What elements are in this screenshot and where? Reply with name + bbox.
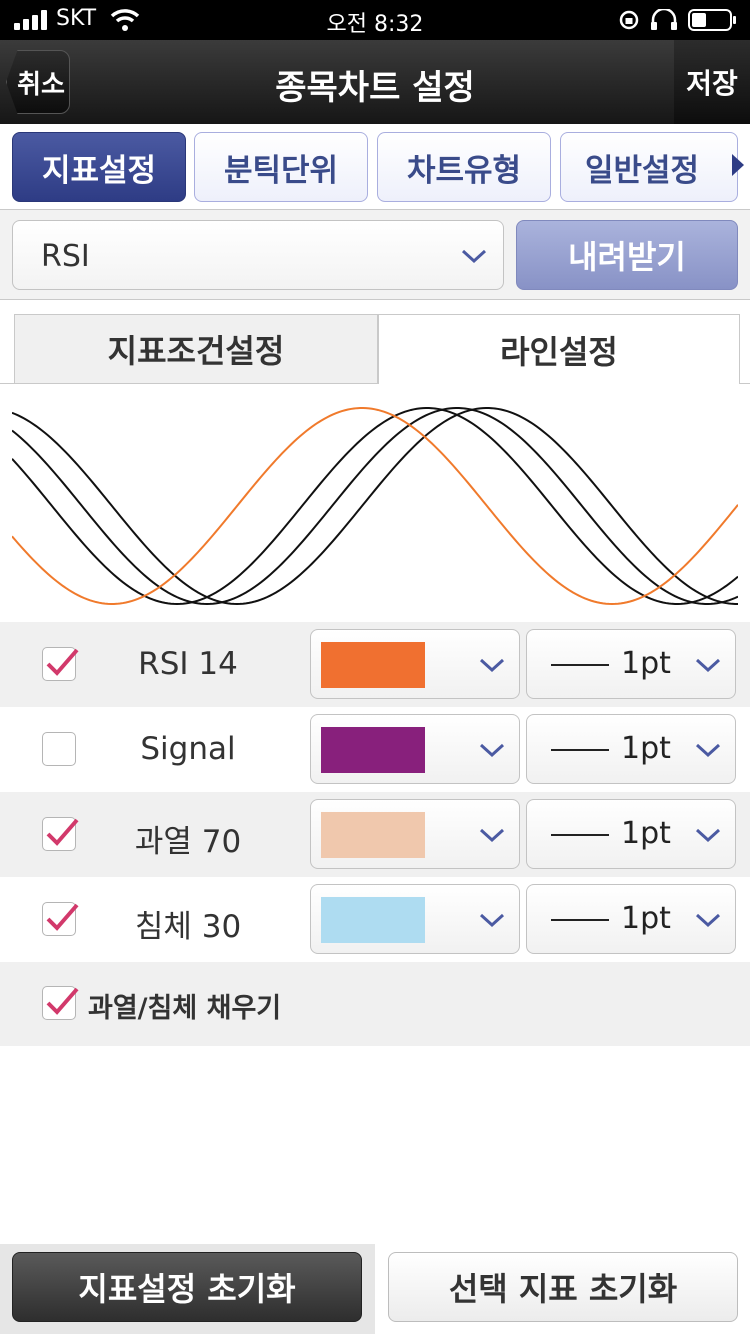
line-row-overbought: 과열 70 1pt — [0, 792, 750, 877]
rsi-width-picker[interactable]: 1pt — [526, 629, 736, 699]
rsi-color-swatch — [321, 642, 425, 688]
signal-color-picker[interactable] — [310, 714, 520, 784]
fill-checkbox[interactable] — [42, 986, 79, 1020]
oversold-checkbox[interactable] — [42, 902, 79, 936]
line-sample — [551, 834, 609, 836]
oversold-label: 침체 30 — [134, 909, 242, 945]
navigation-bar: 취소 종목차트 설정 저장 — [0, 40, 750, 124]
tab-indicator-settings[interactable]: 지표설정 — [12, 132, 186, 202]
oversold-color-swatch — [321, 897, 425, 943]
signal-color-swatch — [321, 727, 425, 773]
line-sample — [551, 749, 609, 751]
check-icon — [46, 903, 79, 931]
overbought-width-value: 1pt — [621, 816, 671, 851]
rsi-width-value: 1pt — [621, 646, 671, 681]
chevron-down-icon — [479, 658, 505, 673]
preview-wave-black-2 — [12, 407, 738, 606]
tab-interval[interactable]: 분틱단위 — [194, 132, 368, 202]
chevron-down-icon — [695, 913, 721, 928]
overbought-label: 과열 70 — [134, 824, 242, 860]
rsi-color-picker[interactable] — [310, 629, 520, 699]
rsi-label: RSI 14 — [138, 646, 238, 682]
save-button[interactable]: 저장 — [674, 40, 750, 124]
battery-icon — [688, 9, 736, 31]
preview-wave-black-3 — [12, 407, 738, 606]
reset-selected-indicator-button[interactable]: 선택 지표 초기화 — [388, 1252, 738, 1322]
chevron-down-icon — [479, 743, 505, 758]
chevron-down-icon — [695, 743, 721, 758]
headphones-icon — [651, 9, 677, 30]
top-tab-bar: 지표설정 분틱단위 차트유형 일반설정 — [0, 124, 750, 210]
status-bar: SKT 오전 8:32 — [0, 0, 750, 40]
oversold-width-picker[interactable]: 1pt — [526, 884, 736, 954]
check-icon — [46, 648, 79, 676]
check-icon — [46, 987, 79, 1015]
rsi-checkbox[interactable] — [42, 647, 79, 681]
line-row-rsi: RSI 14 1pt — [0, 622, 750, 707]
chevron-down-icon — [461, 249, 487, 264]
preview-wave-black-1 — [12, 407, 738, 606]
signal-label: Signal — [140, 731, 236, 767]
line-preview-graphic — [12, 407, 738, 606]
bottom-action-bar: 지표설정 초기화 선택 지표 초기화 — [0, 1244, 750, 1334]
fill-option-row: 과열/침체 채우기 — [0, 962, 750, 1046]
signal-checkbox[interactable] — [42, 732, 76, 766]
tab-chart-type[interactable]: 차트유형 — [377, 132, 551, 202]
divider — [740, 383, 750, 384]
divider — [0, 383, 14, 384]
rotation-lock-icon — [619, 10, 639, 30]
check-icon — [46, 818, 79, 846]
line-row-signal: Signal 1pt — [0, 707, 750, 792]
tab-general-settings[interactable]: 일반설정 — [560, 132, 738, 202]
tab-line-settings[interactable]: 라인설정 — [378, 314, 740, 384]
chevron-down-icon — [695, 828, 721, 843]
sub-tab-bar: 지표조건설정 라인설정 — [0, 300, 750, 384]
signal-width-value: 1pt — [621, 731, 671, 766]
download-button[interactable]: 내려받기 — [516, 220, 738, 290]
signal-width-picker[interactable]: 1pt — [526, 714, 736, 784]
chevron-down-icon — [479, 828, 505, 843]
overbought-color-swatch — [321, 812, 425, 858]
overbought-checkbox[interactable] — [42, 817, 79, 851]
scroll-right-arrow-icon[interactable] — [732, 154, 744, 176]
tab-indicator-conditions[interactable]: 지표조건설정 — [14, 314, 378, 384]
line-sample — [551, 664, 609, 666]
oversold-color-picker[interactable] — [310, 884, 520, 954]
indicator-select-row: RSI 내려받기 — [0, 210, 750, 300]
line-sample — [551, 919, 609, 921]
oversold-width-value: 1pt — [621, 901, 671, 936]
page-title: 종목차트 설정 — [275, 68, 475, 108]
indicator-selected-value: RSI — [41, 239, 90, 274]
indicator-dropdown[interactable]: RSI — [12, 220, 504, 290]
preview-wave-orange — [12, 407, 738, 606]
overbought-width-picker[interactable]: 1pt — [526, 799, 736, 869]
line-row-oversold: 침체 30 1pt — [0, 877, 750, 962]
fill-label: 과열/침체 채우기 — [88, 993, 282, 1024]
chevron-down-icon — [695, 658, 721, 673]
reset-indicator-settings-button[interactable]: 지표설정 초기화 — [12, 1252, 362, 1322]
chevron-down-icon — [479, 913, 505, 928]
overbought-color-picker[interactable] — [310, 799, 520, 869]
